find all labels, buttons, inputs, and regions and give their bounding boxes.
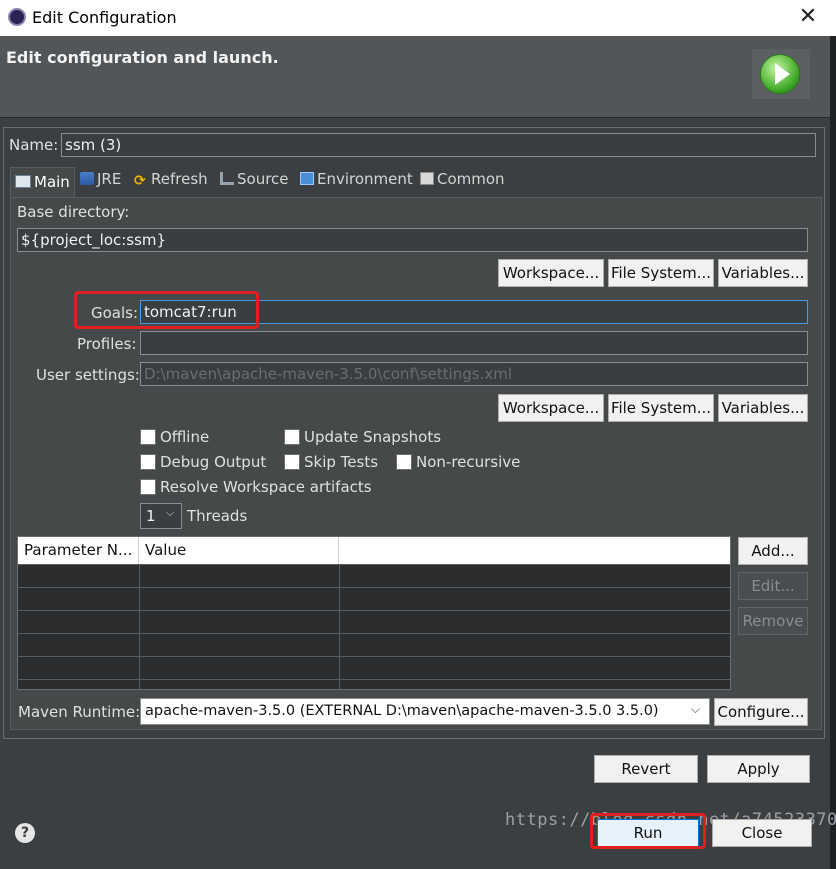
- chevron-down-icon: ⌵: [691, 702, 701, 716]
- tab-common-label: Common: [437, 170, 505, 188]
- help-icon[interactable]: ?: [15, 823, 35, 843]
- chevron-down-icon: ⌵: [166, 506, 175, 519]
- threads-select[interactable]: 1 ⌵: [140, 503, 182, 529]
- base-filesystem-button[interactable]: File System...: [608, 259, 714, 287]
- settings-variables-button[interactable]: Variables...: [718, 394, 808, 422]
- base-workspace-button[interactable]: Workspace...: [498, 259, 604, 287]
- close-window-icon[interactable]: ✕: [797, 4, 819, 30]
- tab-source-label: Source: [237, 170, 289, 188]
- add-parameter-button[interactable]: Add...: [738, 537, 808, 565]
- offline-label: Offline: [160, 428, 210, 446]
- dialog-header: Edit configuration and launch.: [0, 36, 830, 118]
- edit-parameter-button[interactable]: Edit...: [738, 572, 808, 600]
- background-window-edge: [830, 36, 836, 869]
- settings-filesystem-button[interactable]: File System...: [608, 394, 714, 422]
- debug-output-label: Debug Output: [160, 453, 267, 471]
- refresh-tab-icon: ⟳: [134, 173, 146, 189]
- run-highlight-box: [590, 813, 706, 849]
- profiles-label: Profiles:: [77, 335, 137, 353]
- tab-refresh-label: Refresh: [151, 170, 208, 188]
- resolve-workspace-checkbox[interactable]: [140, 479, 156, 495]
- update-snapshots-label: Update Snapshots: [304, 428, 442, 446]
- configure-runtime-button[interactable]: Configure...: [714, 698, 808, 726]
- table-row[interactable]: [18, 610, 730, 634]
- tab-jre-label: JRE: [97, 170, 122, 188]
- tab-jre[interactable]: JRE: [80, 167, 130, 197]
- threads-value: 1: [146, 507, 156, 525]
- update-snapshots-checkbox[interactable]: [284, 429, 300, 445]
- close-button[interactable]: Close: [712, 819, 812, 847]
- tab-main-label: Main: [34, 173, 70, 191]
- main-tab-icon: [15, 175, 31, 188]
- tab-environment[interactable]: Environment: [300, 167, 415, 197]
- skip-tests-checkbox[interactable]: [284, 454, 300, 470]
- threads-label: Threads: [187, 507, 248, 525]
- debug-output-checkbox[interactable]: [140, 454, 156, 470]
- common-tab-icon: [420, 172, 434, 185]
- table-row[interactable]: [18, 564, 730, 588]
- table-row[interactable]: [18, 679, 730, 689]
- table-row[interactable]: [18, 656, 730, 680]
- goals-highlight-box: [74, 291, 259, 329]
- tab-source[interactable]: Source: [220, 167, 295, 197]
- settings-workspace-button[interactable]: Workspace...: [498, 394, 604, 422]
- user-settings-input[interactable]: D:\maven\apache-maven-3.5.0\conf\setting…: [140, 362, 808, 386]
- apply-button[interactable]: Apply: [707, 755, 810, 783]
- name-label: Name:: [9, 136, 59, 154]
- tab-common[interactable]: Common: [420, 167, 515, 197]
- maven-runtime-select[interactable]: apache-maven-3.5.0 (EXTERNAL D:\maven\ap…: [140, 698, 710, 725]
- maven-runtime-label: Maven Runtime:: [18, 703, 141, 721]
- non-recursive-label: Non-recursive: [416, 453, 521, 471]
- column-header-blank[interactable]: [339, 537, 730, 564]
- maven-runtime-value: apache-maven-3.5.0 (EXTERNAL D:\maven\ap…: [145, 703, 659, 719]
- resolve-workspace-label: Resolve Workspace artifacts: [160, 478, 372, 496]
- skip-tests-label: Skip Tests: [304, 453, 379, 471]
- tab-environment-label: Environment: [317, 170, 413, 188]
- name-input[interactable]: ssm (3): [61, 133, 816, 157]
- offline-checkbox[interactable]: [140, 429, 156, 445]
- column-divider: [339, 564, 340, 689]
- parameter-table[interactable]: Parameter N... Value: [17, 536, 731, 690]
- base-directory-label: Base directory:: [17, 203, 130, 221]
- column-header-parameter[interactable]: Parameter N...: [18, 537, 139, 564]
- base-directory-input[interactable]: ${project_loc:ssm}: [17, 228, 808, 252]
- jre-tab-icon: [80, 172, 94, 185]
- revert-button[interactable]: Revert: [594, 755, 698, 783]
- eclipse-app-icon: [8, 8, 26, 26]
- tab-main[interactable]: Main: [10, 167, 75, 197]
- tab-refresh[interactable]: ⟳ Refresh: [134, 167, 214, 197]
- title-bar: Edit Configuration ✕: [0, 0, 836, 36]
- source-tab-icon: [220, 172, 234, 185]
- background-window-text: [0, 857, 836, 869]
- profiles-input[interactable]: [140, 331, 808, 355]
- remove-parameter-button[interactable]: Remove: [738, 607, 808, 635]
- run-launch-icon: [752, 49, 810, 99]
- dialog-heading: Edit configuration and launch.: [6, 48, 279, 67]
- table-row[interactable]: [18, 633, 730, 657]
- base-variables-button[interactable]: Variables...: [718, 259, 808, 287]
- window-title: Edit Configuration: [32, 8, 177, 27]
- user-settings-label: User settings:: [36, 366, 140, 384]
- non-recursive-checkbox[interactable]: [396, 454, 412, 470]
- table-row[interactable]: [18, 587, 730, 611]
- column-header-value[interactable]: Value: [139, 537, 339, 564]
- column-divider: [139, 564, 140, 689]
- environment-tab-icon: [300, 172, 314, 185]
